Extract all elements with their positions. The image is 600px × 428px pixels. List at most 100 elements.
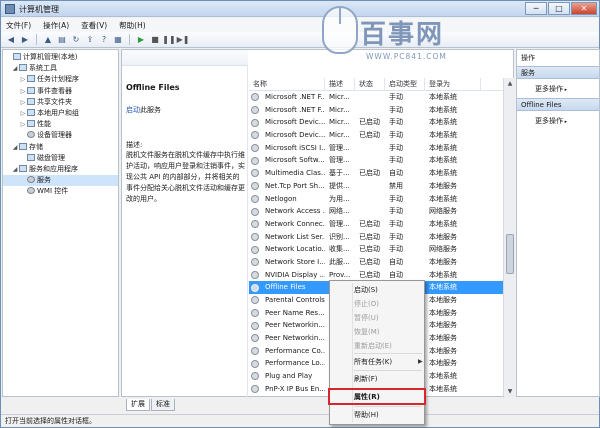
expand-arrow-icon[interactable]: ▷ [19, 108, 27, 119]
service-row[interactable]: Microsoft iSCSI I... 管理... 手动 本地系统 [249, 142, 503, 155]
scroll-up-icon[interactable]: ▲ [506, 80, 514, 88]
tree-node[interactable]: 设备管理器 [3, 130, 118, 141]
title-bar[interactable]: 计算机管理 ─ □ ✕ [1, 1, 599, 17]
expand-arrow-icon[interactable]: ◢ [11, 142, 19, 153]
expand-arrow-icon[interactable]: ▷ [19, 119, 27, 130]
services-pane: Offline Files 启动此服务 描述: 脱机文件服务在脱机文件缓存中执行… [121, 49, 515, 399]
context-menu-item[interactable]: 刷新(F) [354, 372, 378, 386]
service-gear-icon [251, 232, 259, 241]
service-name-cell: Peer Name Res... [249, 307, 325, 320]
service-gear-icon [251, 309, 259, 318]
tree-node-label: 事件查看器 [37, 86, 72, 95]
column-status[interactable]: 状态 [355, 78, 385, 90]
tree-node[interactable]: ▷ 性能 [3, 119, 118, 130]
context-menu-item[interactable]: 帮助(H) [354, 408, 379, 422]
properties-highlight-box [328, 388, 426, 405]
context-menu-item[interactable]: 启动(S) [354, 283, 378, 297]
tree-node[interactable]: ◢ 存储 [3, 142, 118, 153]
computer-icon [13, 53, 21, 60]
actions-group-offline-files[interactable]: Offline Files [517, 98, 599, 111]
service-row[interactable]: Microsoft Softw... 管理... 手动 本地系统 [249, 154, 503, 167]
watermark-logo: 百事网 WWW.PC841.COM [318, 2, 468, 68]
column-headers: 名称 描述 状态 启动类型 登录为 [249, 78, 515, 91]
tree-node[interactable]: 服务 [3, 175, 118, 187]
pause-icon[interactable]: ❚❚ [162, 34, 175, 46]
service-gear-icon [251, 194, 259, 203]
tree-node[interactable]: 磁盘管理 [3, 153, 118, 164]
vertical-scrollbar[interactable]: ▲ ▼ [503, 78, 515, 398]
service-gear-icon [251, 283, 259, 292]
tree-node[interactable]: ▷ 事件查看器 [3, 86, 118, 97]
expand-arrow-icon[interactable]: ▷ [19, 86, 27, 97]
menu-view[interactable]: 查看(V) [81, 20, 107, 31]
expand-arrow-icon[interactable]: ◢ [11, 164, 19, 175]
service-row[interactable]: Microsoft Devic... Micr... 已启动 手动 本地系统 [249, 116, 503, 129]
service-name: Network Store I... [265, 257, 325, 266]
service-startup-type: 手动 [389, 143, 403, 152]
service-gear-icon [251, 372, 259, 381]
properties-icon[interactable]: ▦ [112, 34, 124, 46]
context-menu-item-label: 刷新(F) [354, 375, 378, 383]
service-row[interactable]: Network List Ser... 识别... 已启动 手动 本地服务 [249, 231, 503, 244]
tree-node[interactable]: ◢ 系统工具 [3, 63, 118, 74]
service-row[interactable]: Net.Tcp Port Sh... 提供... 禁用 本地服务 [249, 180, 503, 193]
tree-node[interactable]: ▷ 共享文件夹 [3, 97, 118, 108]
actions-more-offline-files[interactable]: 更多操作 [535, 116, 567, 126]
forward-icon[interactable]: ▶ [19, 34, 31, 46]
service-name: Netlogon [265, 194, 297, 203]
expand-arrow-icon[interactable]: ▷ [19, 97, 27, 108]
tab-extended[interactable]: 扩展 [126, 399, 150, 411]
column-name[interactable]: 名称 [249, 78, 325, 90]
back-icon[interactable]: ◀ [5, 34, 17, 46]
service-row[interactable]: Netlogon 为用... 手动 本地系统 [249, 193, 503, 206]
tree-node[interactable]: WMI 控件 [3, 186, 118, 197]
service-startup-type: 手动 [389, 105, 403, 114]
service-row[interactable]: Multimedia Clas... 基于... 已启动 自动 本地系统 [249, 167, 503, 180]
service-row[interactable]: Microsoft .NET F... Micr... 手动 本地系统 [249, 104, 503, 117]
tree-node[interactable]: 计算机管理(本地) [3, 52, 118, 63]
help-icon[interactable]: ? [98, 34, 110, 46]
expand-arrow-icon[interactable]: ◢ [11, 63, 19, 74]
up-icon[interactable]: ▲ [42, 34, 54, 46]
tree-node[interactable]: ◢ 服务和应用程序 [3, 164, 118, 175]
navigation-tree[interactable]: 计算机管理(本地) ◢ 系统工具 ▷ 任务计划程序 ▷ 事件查看器 ▷ 共享文件夹 ▷ 本地用户和组… [2, 49, 119, 397]
close-button[interactable]: ✕ [571, 2, 597, 15]
column-startup-type[interactable]: 启动类型 [385, 78, 425, 90]
start-service-suffix: 此服务 [140, 106, 161, 114]
scrollbar-thumb[interactable] [506, 234, 514, 274]
column-logon-as[interactable]: 登录为 [425, 78, 481, 90]
maximize-button[interactable]: □ [548, 2, 570, 15]
service-gear-icon [251, 359, 259, 368]
service-row[interactable]: Network Locatio... 收集... 已启动 手动 网络服务 [249, 243, 503, 256]
service-row[interactable]: Microsoft Devic... Micr... 已启动 手动 本地系统 [249, 129, 503, 142]
menu-help[interactable]: 帮助(H) [119, 20, 146, 31]
service-row[interactable]: Network Connec... 管理... 已启动 手动 本地系统 [249, 218, 503, 231]
view-tabs: 扩展 标准 [126, 399, 175, 411]
start-service-link[interactable]: 启动 [126, 106, 140, 114]
service-logon-as: 本地系统 [429, 384, 457, 393]
tree-node[interactable]: ▷ 本地用户和组 [3, 108, 118, 119]
scroll-down-icon[interactable]: ▼ [506, 388, 514, 396]
export-icon[interactable]: ⇪ [84, 34, 96, 46]
column-description[interactable]: 描述 [325, 78, 355, 90]
menu-file[interactable]: 文件(F) [6, 20, 31, 31]
service-row[interactable]: Network Access ... 网络... 手动 网络服务 [249, 205, 503, 218]
actions-more-services[interactable]: 更多操作 [535, 84, 567, 94]
service-logon-as: 本地服务 [425, 396, 481, 399]
service-row[interactable]: Microsoft .NET F... Micr... 手动 本地系统 [249, 91, 503, 104]
refresh-icon[interactable]: ↻ [70, 34, 82, 46]
minimize-button[interactable]: ─ [525, 2, 547, 15]
tab-standard[interactable]: 标准 [151, 399, 175, 411]
service-name: Network Locatio... [265, 245, 325, 254]
actions-group-services[interactable]: 服务 [517, 66, 599, 79]
tree-node[interactable]: ▷ 任务计划程序 [3, 74, 118, 85]
expand-arrow-icon[interactable]: ▷ [19, 74, 27, 85]
service-row[interactable]: Network Store I... 此服... 已启动 自动 本地服务 [249, 256, 503, 269]
context-menu-item[interactable]: 所有任务(K) ▶ [354, 355, 423, 369]
menu-action[interactable]: 操作(A) [43, 20, 69, 31]
restart-icon[interactable]: ▶❚ [177, 34, 190, 46]
show-tree-icon[interactable]: ▤ [56, 34, 68, 46]
service-name: Multimedia Clas... [265, 169, 325, 178]
play-icon[interactable]: ▶ [135, 34, 147, 46]
stop-icon[interactable]: ■ [149, 34, 161, 46]
